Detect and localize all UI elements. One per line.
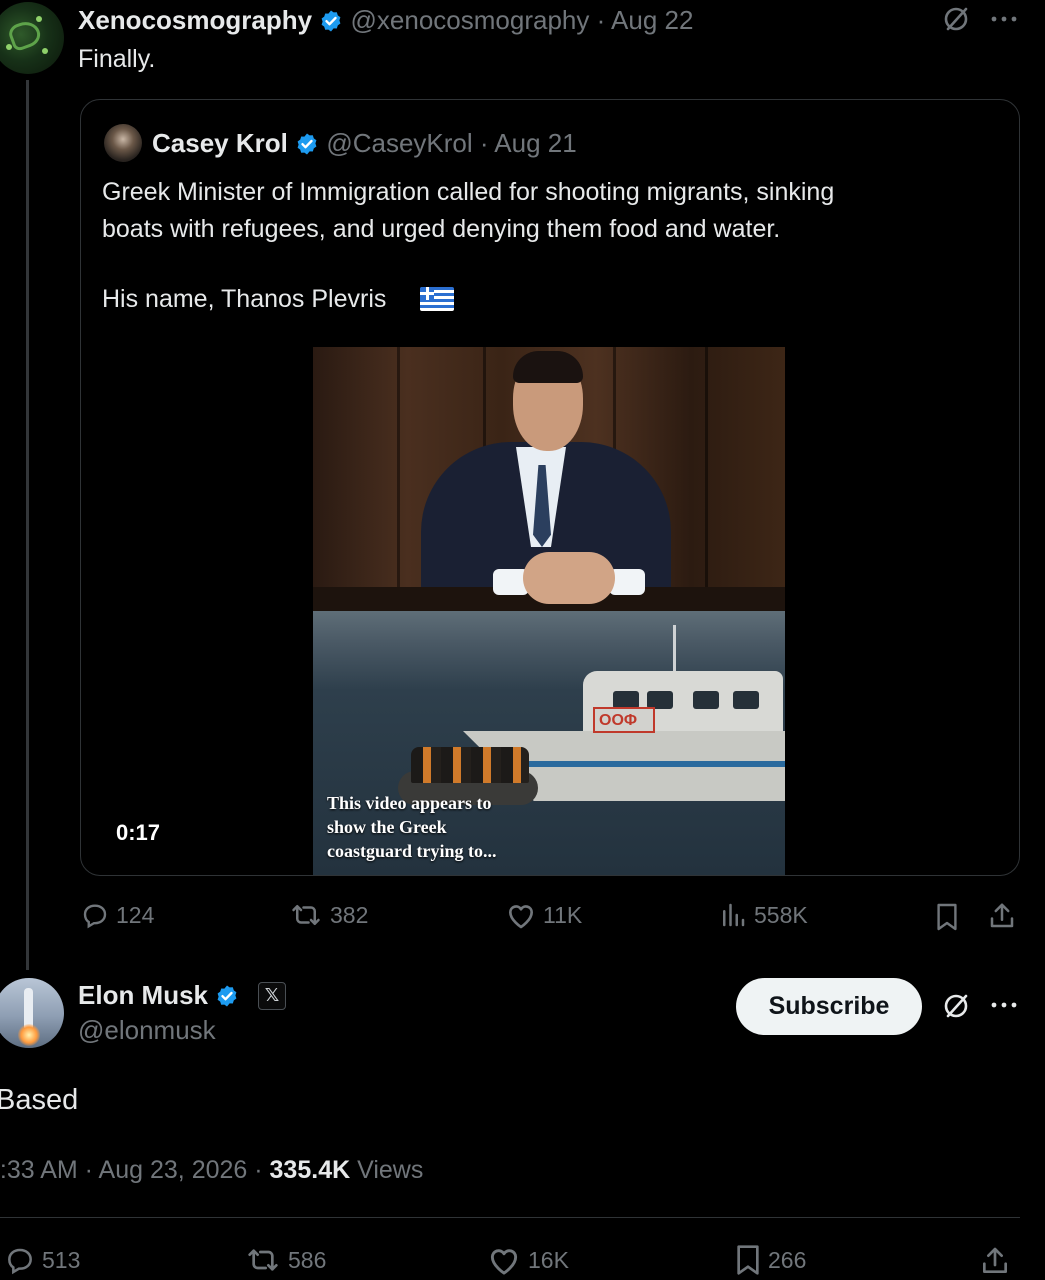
video-frame-boat: OOΦ This video appears to show the Greek… <box>313 611 785 875</box>
repost-button[interactable]: 586 <box>244 1244 326 1276</box>
reply-icon <box>83 904 107 929</box>
author-handle[interactable]: @elonmusk <box>78 1014 216 1046</box>
like-count: 16K <box>528 1246 569 1273</box>
author-handle-date[interactable]: @xenocosmography · Aug 22 <box>351 5 694 35</box>
repost-count: 382 <box>330 901 369 928</box>
video-duration: 0:17 <box>116 820 161 845</box>
quoted-text-line: His name, Thanos Plevris <box>102 285 387 313</box>
quoted-author-name[interactable]: Casey Krol <box>152 128 288 158</box>
verified-badge-icon <box>297 133 317 155</box>
share-icon[interactable] <box>976 1242 1014 1280</box>
reply-button[interactable]: 513 <box>4 1244 80 1276</box>
bookmark-icon[interactable] <box>930 900 964 934</box>
share-icon[interactable] <box>984 898 1020 934</box>
repost-icon <box>248 1249 278 1271</box>
post-timestamp-row: 3:33 AM · Aug 23, 2026 · 335.4K Views <box>0 1154 423 1186</box>
author-name[interactable]: Elon Musk <box>78 980 208 1010</box>
views-button[interactable]: 558K <box>718 900 808 930</box>
grok-icon[interactable] <box>936 2 976 36</box>
views-chart-icon <box>723 903 745 927</box>
like-button[interactable]: 16K <box>486 1244 569 1276</box>
reply-text: Based <box>0 1084 79 1116</box>
grok-icon[interactable] <box>936 988 976 1024</box>
post-text: Finally. <box>78 45 156 73</box>
quoted-post-text: Greek Minister of Immigration called for… <box>102 174 834 248</box>
video-caption: This video appears to show the Greek coa… <box>327 793 497 861</box>
like-button[interactable]: 11K <box>505 900 582 930</box>
video-player[interactable]: OOΦ This video appears to show the Greek… <box>313 347 785 875</box>
views-label: Views <box>350 1156 424 1184</box>
reply-count: 513 <box>42 1246 81 1273</box>
reply-button[interactable]: 124 <box>80 900 154 930</box>
video-frame-portrait <box>313 347 785 611</box>
quoted-text-line: Greek Minister of Immigration called for… <box>102 178 835 206</box>
bookmark-count: 266 <box>768 1246 807 1273</box>
verified-badge-icon <box>217 985 237 1007</box>
avatar[interactable] <box>0 2 64 74</box>
heart-icon <box>509 905 533 929</box>
more-options-icon[interactable] <box>984 990 1024 1020</box>
quoted-post-header: Casey Krol @CaseyKrol · Aug 21 <box>152 127 577 159</box>
subscribe-button[interactable]: Subscribe <box>736 978 922 1035</box>
more-options-icon[interactable] <box>984 4 1024 34</box>
views-count: 558K <box>754 901 808 928</box>
like-count: 11K <box>543 901 583 928</box>
thread-connector-line <box>26 80 29 970</box>
heart-icon <box>490 1249 518 1275</box>
quoted-handle-date[interactable]: @CaseyKrol · Aug 21 <box>326 128 576 158</box>
verified-badge-icon <box>321 10 341 32</box>
quoted-text-line: boats with refugees, and urged denying t… <box>102 215 781 243</box>
quoted-author-avatar[interactable] <box>104 124 142 162</box>
divider <box>0 1217 1020 1218</box>
bookmark-button[interactable]: 266 <box>734 1244 806 1276</box>
repost-count: 586 <box>288 1246 327 1273</box>
repost-icon <box>292 905 320 925</box>
bookmark-icon <box>737 1245 759 1275</box>
greece-flag-icon <box>420 287 454 311</box>
views-total: 335.4K <box>269 1156 351 1184</box>
reply-author-name-row: Elon Musk <box>78 979 239 1011</box>
post-timestamp[interactable]: 3:33 AM · Aug 23, 2026 · <box>0 1156 270 1184</box>
avatar[interactable] <box>0 978 64 1048</box>
boat-number-label: OOΦ <box>593 707 655 733</box>
reply-icon <box>8 1248 32 1275</box>
reply-count: 124 <box>116 901 155 928</box>
x-affiliate-badge-icon[interactable]: 𝕏 <box>258 982 286 1010</box>
repost-button[interactable]: 382 <box>288 900 368 930</box>
post-header: Xenocosmography @xenocosmography · Aug 2… <box>78 4 693 36</box>
author-name[interactable]: Xenocosmography <box>78 5 312 35</box>
